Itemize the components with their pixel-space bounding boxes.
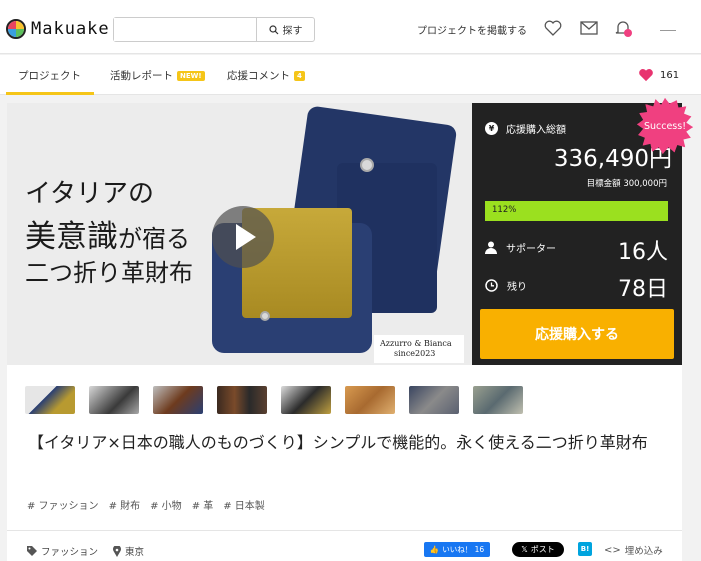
project-title: 【イタリア×日本の職人のものづくり】シンプルで機能的。永く使える二つ折り革財布 xyxy=(28,433,648,452)
hero-video[interactable]: イタリアの 美意識が宿る 二つ折り革財布 Azzurro & Bianca si… xyxy=(7,103,472,365)
thumbnail-6[interactable] xyxy=(345,386,395,414)
hero-line-2: 美意識が宿る xyxy=(25,211,190,256)
post-project-link[interactable]: プロジェクトを掲載する xyxy=(417,22,527,37)
mail-icon xyxy=(580,21,598,35)
facebook-like-label: いいね！ 16 xyxy=(442,545,485,554)
play-icon[interactable] xyxy=(212,206,274,268)
tag-icon xyxy=(27,546,37,556)
support-purchase-button[interactable]: 応援購入する xyxy=(480,309,674,359)
hero-line-2b: が宿る xyxy=(118,225,190,253)
location-pin-icon xyxy=(113,545,121,557)
project-tabs: プロジェクト 活動レポート NEW! 応援コメント 4 161 xyxy=(0,55,701,95)
tag-list: # ファッション # 財布 # 小物 # 革 # 日本製 xyxy=(27,497,265,512)
x-post-button[interactable]: 𝕏 ポスト xyxy=(512,542,564,557)
category-link[interactable]: ファッション xyxy=(27,544,98,558)
notifications-button[interactable] xyxy=(614,18,634,38)
supporters-value: 16人 xyxy=(618,240,668,265)
progress-text: 112% xyxy=(492,205,517,215)
category-label: ファッション xyxy=(41,547,99,558)
tab-project[interactable]: プロジェクト xyxy=(18,68,81,83)
heart-filled-icon xyxy=(639,69,653,82)
hero-line-3: 二つ折り革財布 xyxy=(25,259,193,287)
like-count: 161 xyxy=(660,69,680,81)
code-icon: <> xyxy=(604,544,621,556)
x-logo-icon: 𝕏 xyxy=(521,545,528,554)
supporters-label: サポーター xyxy=(506,244,556,255)
new-badge: NEW! xyxy=(177,70,205,81)
logo-mark-icon xyxy=(6,19,26,39)
tab-activity-report-label: 活動レポート xyxy=(110,70,173,82)
thumbnail-5[interactable] xyxy=(281,386,331,414)
tag-made-in-japan[interactable]: # 日本製 xyxy=(223,497,265,512)
heart-icon xyxy=(544,20,562,36)
embed-label: 埋め込み xyxy=(624,546,663,557)
x-post-label: ポスト xyxy=(530,545,555,554)
tag-leather[interactable]: # 革 xyxy=(192,497,214,512)
tag-accessories[interactable]: # 小物 xyxy=(150,497,182,512)
thumbnail-strip xyxy=(25,386,523,414)
tag-wallet[interactable]: # 財布 xyxy=(109,497,141,512)
hero-line-1: イタリアの xyxy=(25,179,154,209)
person-icon xyxy=(485,241,497,254)
total-label: 応援購入総額 xyxy=(506,125,566,136)
divider xyxy=(7,530,682,531)
hatena-bookmark-button[interactable]: B! xyxy=(578,542,592,556)
location-label: 東京 xyxy=(125,547,145,558)
embed-button[interactable]: <> 埋め込み xyxy=(604,543,663,558)
brand-label: Azzurro & Bianca since2023 xyxy=(374,335,464,363)
brand-since: since2023 xyxy=(394,349,436,358)
search-icon xyxy=(268,24,278,34)
goal-amount: 目標金額 300,000円 xyxy=(586,179,667,189)
location-link[interactable]: 東京 xyxy=(113,544,144,558)
search-button[interactable]: 探す xyxy=(256,18,314,41)
hero-line-2a: 美意識 xyxy=(25,219,118,255)
thumbnail-8[interactable] xyxy=(473,386,523,414)
thumbnail-2[interactable] xyxy=(89,386,139,414)
thumbnail-3[interactable] xyxy=(153,386,203,414)
tab-activity-report[interactable]: 活動レポート NEW! xyxy=(110,68,205,83)
thumbnail-4[interactable] xyxy=(217,386,267,414)
tab-comments[interactable]: 応援コメント 4 xyxy=(227,68,305,83)
favorites-button[interactable] xyxy=(543,18,563,38)
yen-icon: ¥ xyxy=(485,122,498,135)
brand-name: Azzurro & Bianca xyxy=(380,339,452,348)
thumbnail-1[interactable] xyxy=(25,386,75,414)
site-header: Makuake 探す プロジェクトを掲載する xyxy=(0,0,701,54)
makuake-logo[interactable]: Makuake xyxy=(6,19,110,39)
thumbnail-7[interactable] xyxy=(409,386,459,414)
clock-icon xyxy=(485,279,498,292)
tab-project-label: プロジェクト xyxy=(18,70,81,82)
logo-text: Makuake xyxy=(31,19,110,39)
search-input[interactable] xyxy=(114,18,256,41)
avatar[interactable] xyxy=(660,30,676,31)
remaining-label: 残り xyxy=(507,282,527,293)
search-button-label: 探す xyxy=(282,26,303,37)
messages-button[interactable] xyxy=(579,18,599,38)
facebook-like-button[interactable]: 👍 いいね！ 16 xyxy=(424,542,490,557)
progress-bar: 112% xyxy=(485,201,668,221)
tag-fashion[interactable]: # ファッション xyxy=(27,497,99,512)
thumbs-up-icon: 👍 xyxy=(429,545,440,554)
comment-count-badge: 4 xyxy=(294,70,305,81)
remaining-value: 78日 xyxy=(618,277,668,302)
bell-icon xyxy=(615,21,632,37)
tab-comments-label: 応援コメント xyxy=(227,70,290,82)
search-bar: 探す xyxy=(113,17,315,42)
like-button[interactable]: 161 xyxy=(638,68,679,82)
active-tab-indicator xyxy=(6,92,94,95)
